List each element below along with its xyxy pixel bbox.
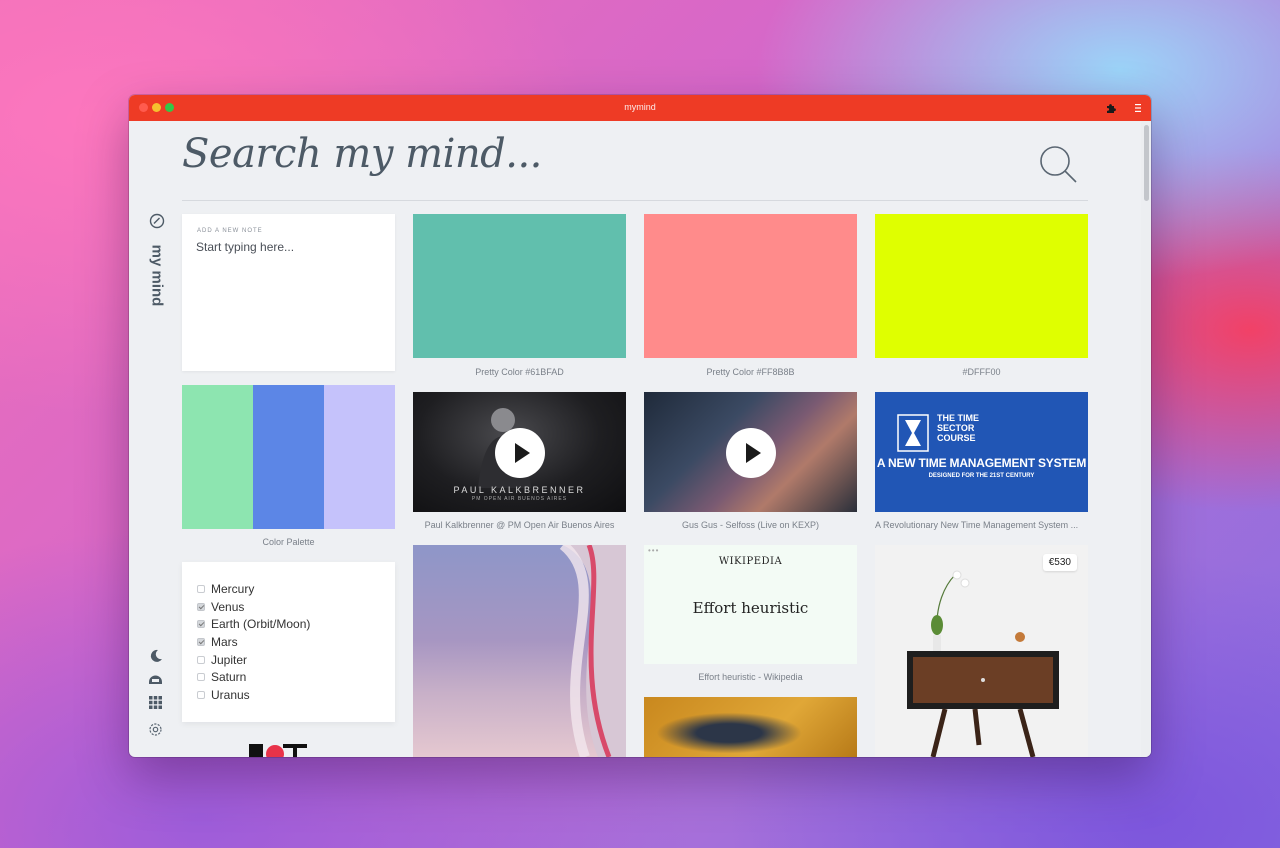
color-caption: #DFFF00	[962, 367, 1001, 377]
checklist-item-label: Jupiter	[211, 652, 248, 667]
scrollbar-thumb[interactable]	[1144, 125, 1149, 201]
checklist-card[interactable]: Mercury Venus Earth (Orbit/Moon) Mars Jupite…	[182, 562, 395, 722]
price-tag: €530	[1042, 554, 1077, 571]
brand-name: my mind	[148, 244, 166, 307]
checklist-item[interactable]: Venus	[197, 598, 310, 616]
checklist-item[interactable]: Uranus	[197, 686, 310, 704]
checklist-item-label: Earth (Orbit/Moon)	[211, 617, 311, 632]
new-note-label: ADD A NEW NOTE	[197, 228, 263, 234]
moon-icon[interactable]	[147, 647, 164, 664]
course-subtitle: DESIGNED FOR THE 21ST CENTURY	[928, 473, 1035, 479]
play-button[interactable]	[726, 428, 776, 478]
checkbox[interactable]	[197, 637, 205, 646]
checklist-item-label: Mercury	[211, 581, 255, 596]
color-card[interactable]	[413, 214, 626, 358]
video-overlay-title: PAUL KALKBRENNER	[453, 485, 586, 495]
video-card[interactable]: PAUL KALKBRENNER PM OPEN AIR BUENOS AIRE…	[413, 392, 626, 512]
palette-swatch	[324, 385, 395, 529]
video-caption: Gus Gus - Selfoss (Live on KEXP)	[681, 520, 820, 530]
checklist-item[interactable]: Mercury	[197, 580, 310, 598]
checklist-item[interactable]: Mars	[197, 633, 310, 651]
video-overlay-subtitle: PM OPEN AIR BUENOS AIRES	[471, 496, 568, 502]
settings-icon[interactable]	[147, 721, 164, 738]
hourglass-icon	[897, 414, 929, 452]
checklist-item-label: Mars	[211, 634, 238, 649]
image-card[interactable]	[644, 697, 857, 757]
brand[interactable]: my mind	[147, 213, 167, 306]
checklist-item-label: Saturn	[211, 670, 247, 685]
checklist-item[interactable]: Earth (Orbit/Moon)	[197, 615, 310, 633]
puzzle-icon[interactable]	[1105, 101, 1119, 115]
checklist-item[interactable]: Saturn	[197, 668, 310, 686]
window-title: mymind	[624, 102, 656, 112]
wikipedia-card[interactable]: ••• WIKIPEDIA Effort heuristic	[644, 545, 857, 664]
mymind-logo-icon	[149, 213, 165, 229]
dot-logo-card[interactable]	[239, 738, 329, 757]
search-icon[interactable]	[1039, 145, 1079, 185]
title-bar: mymind	[129, 95, 1151, 121]
checkbox[interactable]	[197, 584, 205, 593]
video-caption: Paul Kalkbrenner @ PM Open Air Buenos Ai…	[424, 520, 615, 530]
more-options-icon[interactable]: •••	[648, 546, 659, 555]
color-palette-caption: Color Palette	[262, 537, 315, 547]
search-divider	[182, 200, 1088, 201]
new-note-input[interactable]	[196, 240, 386, 254]
wikipedia-article-title: Effort heuristic	[692, 599, 809, 617]
grid-icon[interactable]	[147, 694, 164, 711]
checkbox[interactable]	[197, 602, 205, 611]
menu-icon[interactable]	[1131, 101, 1145, 115]
checklist-item-label: Venus	[211, 599, 245, 614]
course-title: A NEW TIME MANAGEMENT SYSTEM	[876, 456, 1087, 470]
new-note-card[interactable]: ADD A NEW NOTE	[182, 214, 395, 371]
color-caption: Pretty Color #FF8B8B	[706, 367, 795, 377]
palette-swatch	[253, 385, 324, 529]
wikipedia-caption: Effort heuristic - Wikipedia	[698, 672, 803, 682]
color-card[interactable]	[875, 214, 1088, 358]
course-card[interactable]: THE TIME SECTOR COURSE A NEW TIME MANAGE…	[875, 392, 1088, 512]
checkbox[interactable]	[197, 655, 205, 664]
helmet-icon[interactable]	[147, 670, 164, 687]
wikipedia-logo: WIKIPEDIA	[718, 556, 783, 567]
course-caption: A Revolutionary New Time Management Syst…	[875, 520, 1079, 530]
abstract-image-card[interactable]	[413, 545, 626, 757]
color-caption: Pretty Color #61BFAD	[475, 367, 564, 377]
checklist-item-label: Uranus	[211, 687, 250, 702]
course-heading: THE TIME SECTOR COURSE	[937, 413, 979, 443]
color-card[interactable]	[644, 214, 857, 358]
scrollbar[interactable]	[1141, 121, 1151, 757]
checkbox[interactable]	[197, 673, 205, 682]
app-window: mymind Search my mind... my mind ADD A N…	[129, 95, 1151, 757]
checklist-item[interactable]: Jupiter	[197, 651, 310, 669]
play-button[interactable]	[495, 428, 545, 478]
video-card[interactable]	[644, 392, 857, 512]
search-input[interactable]: Search my mind...	[182, 131, 542, 177]
checkbox[interactable]	[197, 690, 205, 699]
abstract-wave-graphic	[559, 545, 626, 757]
color-palette-card[interactable]	[182, 385, 395, 529]
product-card[interactable]: €530	[875, 545, 1088, 757]
nightstand-image	[907, 570, 1059, 757]
palette-swatch	[182, 385, 253, 529]
checkbox[interactable]	[197, 620, 205, 629]
checklist: Mercury Venus Earth (Orbit/Moon) Mars Jupite…	[197, 580, 310, 704]
